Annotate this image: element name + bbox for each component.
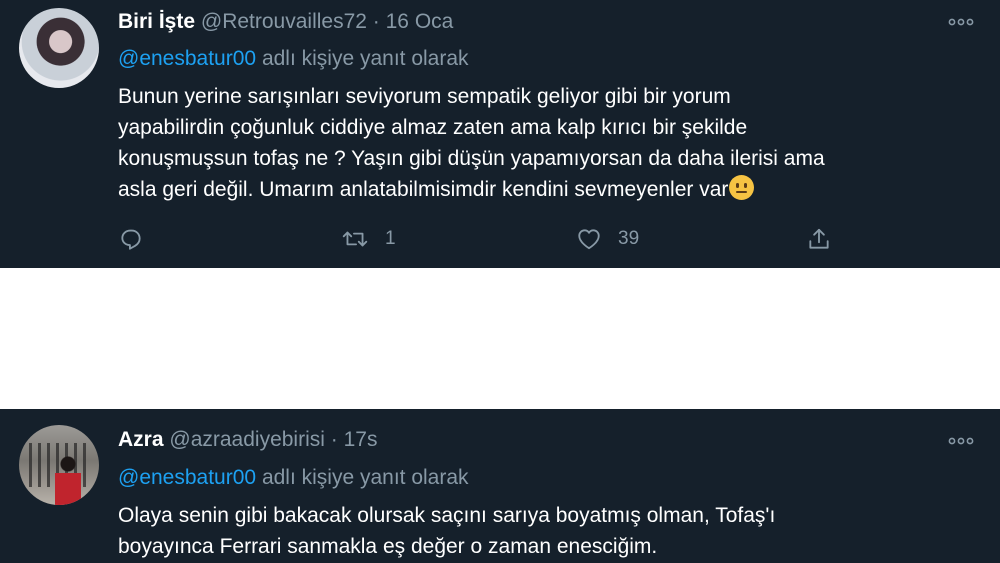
retweet-count: 1 xyxy=(385,228,396,249)
reply-context: @enesbatur00 adlı kişiye yanıt olarak xyxy=(118,466,469,490)
like-count: 39 xyxy=(618,228,640,249)
share-button[interactable] xyxy=(806,226,832,252)
tweet-header: Biri İşte @Retrouvailles72 · 16 Oca xyxy=(118,10,453,34)
more-icon[interactable] xyxy=(948,18,974,26)
retweet-icon xyxy=(341,226,369,252)
like-button[interactable]: 39 xyxy=(576,226,639,252)
reply-context-text: adlı kişiye yanıt olarak xyxy=(261,466,469,489)
tweet-card[interactable]: Biri İşte @Retrouvailles72 · 16 Oca @ene… xyxy=(0,0,1000,268)
tweet-text-line-content: asla geri değil. Umarım anlatabilmisimdi… xyxy=(118,178,729,201)
tweet-header: Azra @azraadiyebirisi · 17s xyxy=(118,428,377,452)
display-name[interactable]: Azra xyxy=(118,428,164,451)
display-name[interactable]: Biri İşte xyxy=(118,10,195,33)
retweet-button[interactable]: 1 xyxy=(341,226,396,252)
tweet-card[interactable]: Azra @azraadiyebirisi · 17s @enesbatur00… xyxy=(0,409,1000,563)
reply-button[interactable] xyxy=(118,226,144,252)
reply-icon xyxy=(118,226,144,252)
tweet-text: Bunun yerine sarışınları seviyorum sempa… xyxy=(118,81,988,205)
tweet-text-line: yapabilirdin çoğunluk ciddiye almaz zate… xyxy=(118,116,748,139)
tweet-text-line: boyayınca Ferrari sanmakla eş değer o za… xyxy=(118,535,658,558)
like-icon xyxy=(576,226,602,252)
user-handle[interactable]: @azraadiyebirisi xyxy=(169,428,325,451)
neutral-face-emoji-icon xyxy=(729,175,755,200)
more-icon[interactable] xyxy=(948,437,974,445)
tweet-text-line: asla geri değil. Umarım anlatabilmisimdi… xyxy=(118,174,988,205)
mention-link[interactable]: @enesbatur00 xyxy=(118,47,256,70)
share-icon xyxy=(806,226,832,252)
avatar[interactable] xyxy=(19,425,99,505)
separator-dot: · xyxy=(372,10,380,33)
avatar[interactable] xyxy=(19,8,99,88)
tweet-text-line: Olaya senin gibi bakacak olursak saçını … xyxy=(118,504,776,527)
tweet-text: Olaya senin gibi bakacak olursak saçını … xyxy=(118,500,988,562)
mention-link[interactable]: @enesbatur00 xyxy=(118,466,256,489)
tweet-text-line: Bunun yerine sarışınları seviyorum sempa… xyxy=(118,85,731,108)
reply-context: @enesbatur00 adlı kişiye yanıt olarak xyxy=(118,47,469,71)
separator-dot: · xyxy=(330,428,338,451)
timestamp[interactable]: 17s xyxy=(344,428,378,451)
tweet-text-line: konuşmuşsun tofaş ne ? Yaşın gibi düşün … xyxy=(118,147,825,170)
user-handle[interactable]: @Retrouvailles72 xyxy=(201,10,367,33)
timestamp[interactable]: 16 Oca xyxy=(386,10,454,33)
action-bar: 1 39 xyxy=(118,226,878,256)
reply-context-text: adlı kişiye yanıt olarak xyxy=(261,47,469,70)
